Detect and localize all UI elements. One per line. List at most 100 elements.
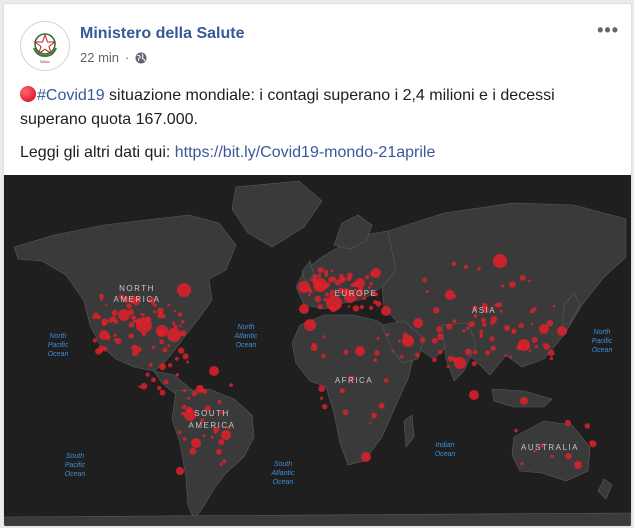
case-marker <box>383 378 389 383</box>
case-marker <box>101 321 107 326</box>
meta-separator: · <box>125 50 130 65</box>
case-marker <box>183 389 187 393</box>
ocean-north-atlantic-1: North <box>237 324 254 331</box>
case-marker <box>339 388 345 394</box>
case-marker <box>159 389 166 396</box>
case-marker <box>369 282 374 286</box>
case-marker <box>490 316 498 323</box>
case-marker <box>564 419 572 427</box>
case-marker <box>162 347 168 353</box>
case-marker <box>222 459 227 464</box>
case-marker <box>353 281 359 288</box>
case-marker <box>191 438 201 448</box>
case-marker <box>550 454 554 459</box>
case-marker <box>177 283 191 297</box>
case-marker <box>315 281 319 285</box>
case-marker <box>221 430 231 440</box>
case-marker <box>342 409 349 416</box>
case-marker <box>511 329 517 335</box>
world-map: NORTH AMERICA EUROPE ASIA AFRICA SOUTH A… <box>4 180 631 526</box>
case-marker <box>359 304 364 310</box>
case-marker <box>328 277 333 283</box>
ocean-south-pacific-2: Pacific <box>65 462 86 469</box>
case-marker <box>445 290 455 300</box>
post-url-link[interactable]: https://bit.ly/Covid19-mondo-21aprile <box>175 144 436 161</box>
land-new-zealand <box>597 478 613 500</box>
case-marker <box>176 467 184 475</box>
case-marker <box>229 383 233 387</box>
case-marker <box>209 366 219 376</box>
case-marker <box>175 372 180 377</box>
case-marker <box>402 332 408 338</box>
case-marker <box>115 337 122 345</box>
case-marker <box>163 379 169 385</box>
case-marker <box>145 372 150 377</box>
case-marker <box>509 281 516 288</box>
case-marker <box>173 309 176 313</box>
post-card: Salute Ministero della Salute 22 min · •… <box>3 3 632 527</box>
case-marker <box>318 385 326 393</box>
case-marker <box>177 430 182 435</box>
more-options-button[interactable]: ••• <box>597 20 619 41</box>
page-name[interactable]: Ministero della Salute <box>80 25 244 43</box>
case-marker <box>182 353 189 360</box>
case-marker <box>323 284 326 287</box>
case-marker <box>113 333 117 337</box>
globe-icon[interactable] <box>135 52 147 64</box>
case-marker <box>213 431 217 434</box>
case-marker <box>167 344 171 348</box>
case-marker <box>128 333 134 339</box>
case-marker <box>219 462 223 466</box>
label-south-america-1: SOUTH <box>194 409 230 418</box>
case-marker <box>438 349 443 355</box>
hashtag-link[interactable]: #Covid19 <box>37 87 105 104</box>
case-marker <box>201 388 205 392</box>
case-marker <box>159 339 165 345</box>
case-marker <box>322 335 326 339</box>
label-south-america-2: AMERICA <box>189 421 236 430</box>
case-marker <box>330 269 334 273</box>
case-marker <box>330 306 337 313</box>
ocean-north-pacific-e-3: Ocean <box>592 347 613 354</box>
case-marker <box>398 339 401 343</box>
case-marker <box>310 278 316 283</box>
case-marker <box>485 350 491 356</box>
case-marker <box>531 337 538 343</box>
case-marker <box>216 448 222 455</box>
case-marker <box>299 304 309 314</box>
case-marker <box>446 364 450 369</box>
case-marker <box>185 406 193 414</box>
case-marker <box>179 324 182 328</box>
case-marker <box>128 309 134 316</box>
case-marker <box>549 356 554 361</box>
page-avatar[interactable]: Salute <box>20 21 70 71</box>
case-marker <box>317 267 324 274</box>
ocean-north-atlantic-3: Ocean <box>236 342 257 349</box>
case-marker <box>131 345 137 351</box>
case-marker <box>465 348 472 356</box>
covid-map-image[interactable]: NORTH AMERICA EUROPE ASIA AFRICA SOUTH A… <box>4 175 631 526</box>
case-marker <box>369 421 372 425</box>
ocean-north-pacific-w-2: Pacific <box>48 342 69 349</box>
case-marker <box>504 354 508 357</box>
case-marker <box>548 349 555 357</box>
case-marker <box>338 277 345 284</box>
land-madagascar <box>403 414 415 448</box>
case-marker <box>92 338 98 343</box>
case-marker <box>329 293 333 296</box>
case-marker <box>151 377 156 383</box>
case-marker <box>482 322 487 327</box>
case-marker <box>425 290 429 293</box>
ocean-indian-1: Indian <box>435 442 454 449</box>
post-time[interactable]: 22 min <box>80 50 119 65</box>
case-marker <box>202 434 206 438</box>
case-marker <box>468 321 475 328</box>
ocean-north-atlantic-2: Atlantic <box>234 333 258 340</box>
case-marker <box>181 412 185 416</box>
case-marker <box>453 294 457 298</box>
case-marker <box>128 322 135 328</box>
case-marker <box>142 322 146 326</box>
case-marker <box>385 333 390 337</box>
case-marker <box>304 319 316 331</box>
case-marker <box>381 306 391 316</box>
